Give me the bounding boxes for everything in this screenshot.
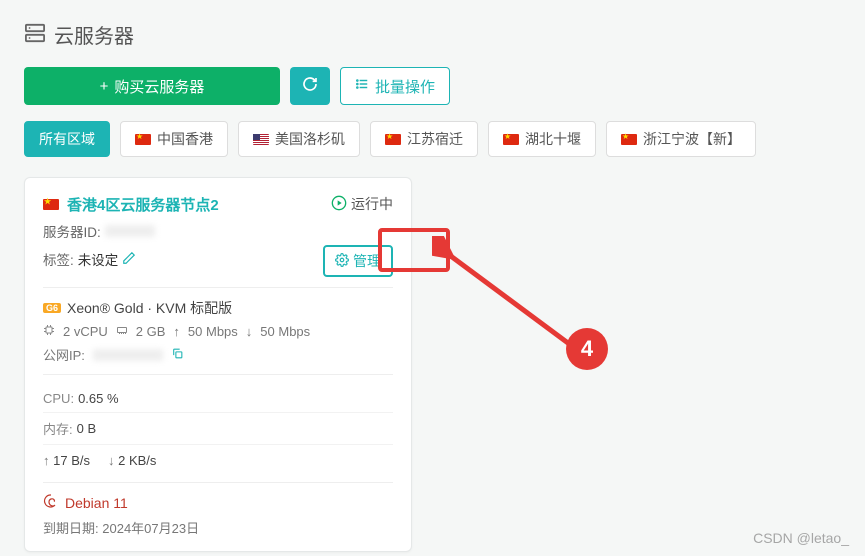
divider: [43, 374, 393, 375]
arrow-up-icon: ↑: [43, 453, 53, 468]
region-hongkong[interactable]: 中国香港: [120, 121, 228, 157]
arrow-down-icon: ↓: [108, 453, 118, 468]
copy-icon[interactable]: [171, 347, 184, 363]
gear-icon: [335, 253, 349, 270]
buy-server-label: 购买云服务器: [114, 76, 204, 97]
play-circle-icon: [331, 195, 347, 214]
page-header: 云服务器: [24, 20, 841, 49]
batch-action-button[interactable]: 批量操作: [340, 67, 450, 105]
memory-icon: [116, 324, 128, 339]
arrow-down-icon: ↓: [246, 324, 253, 339]
batch-action-label: 批量操作: [375, 76, 435, 97]
page-title: 云服务器: [54, 20, 134, 49]
tag-row: 标签: 未设定: [43, 249, 136, 269]
public-ip-row: 公网IP:: [43, 345, 393, 364]
list-icon: [355, 77, 369, 95]
server-status: 运行中: [331, 194, 393, 214]
arrow-up-icon: ↑: [173, 324, 180, 339]
debian-swirl-icon: [43, 493, 59, 512]
edit-tag-icon[interactable]: [122, 251, 136, 268]
expire-row: 到期日期: 2024年07月23日: [43, 518, 393, 537]
server-card: 香港4区云服务器节点2 运行中 服务器ID: 标签: 未设定 管理: [24, 177, 412, 552]
watermark: CSDN @letao_: [749, 528, 853, 548]
annotation-step-number: 4: [566, 328, 608, 370]
spec-badge: G6: [43, 303, 61, 313]
region-all[interactable]: 所有区域: [24, 121, 110, 157]
region-losangeles[interactable]: 美国洛杉矶: [238, 121, 360, 157]
region-ningbo[interactable]: 浙江宁波【新】: [606, 121, 756, 157]
region-filter-row: 所有区域 中国香港 美国洛杉矶 江苏宿迁 湖北十堰 浙江宁波【新】: [24, 121, 841, 157]
annotation-arrow: [432, 236, 592, 366]
server-stack-icon: [24, 23, 46, 46]
os-row: Debian 11: [43, 493, 393, 512]
server-id-row: 服务器ID:: [43, 221, 393, 241]
divider: [43, 482, 393, 483]
ip-value: [93, 349, 163, 361]
cpu-metric: CPU: 0.65 %: [43, 385, 393, 413]
spec-title: G6 Xeon® Gold · KVM 标配版: [43, 298, 393, 318]
flag-cn-icon: [43, 199, 59, 210]
flag-cn-icon: [385, 134, 401, 145]
spec-row: 2 vCPU 2 GB ↑50 Mbps ↓50 Mbps: [43, 324, 393, 339]
flag-cn-icon: [621, 134, 637, 145]
flag-us-icon: [253, 134, 269, 145]
cpu-icon: [43, 324, 55, 339]
flag-cn-icon: [503, 134, 519, 145]
refresh-button[interactable]: [290, 67, 330, 105]
net-metric: ↑ 17 B/s ↓ 2 KB/s: [43, 445, 393, 472]
divider: [43, 287, 393, 288]
mem-metric: 内存: 0 B: [43, 413, 393, 445]
server-id-value: [105, 225, 155, 237]
region-shiyan[interactable]: 湖北十堰: [488, 121, 596, 157]
plus-icon: +: [100, 78, 109, 95]
refresh-icon: [302, 76, 318, 96]
region-suqian[interactable]: 江苏宿迁: [370, 121, 478, 157]
buy-server-button[interactable]: + 购买云服务器: [24, 67, 280, 105]
top-actions: + 购买云服务器 批量操作: [24, 67, 841, 105]
manage-button[interactable]: 管理: [323, 245, 393, 277]
flag-cn-icon: [135, 134, 151, 145]
server-title[interactable]: 香港4区云服务器节点2: [43, 194, 219, 215]
